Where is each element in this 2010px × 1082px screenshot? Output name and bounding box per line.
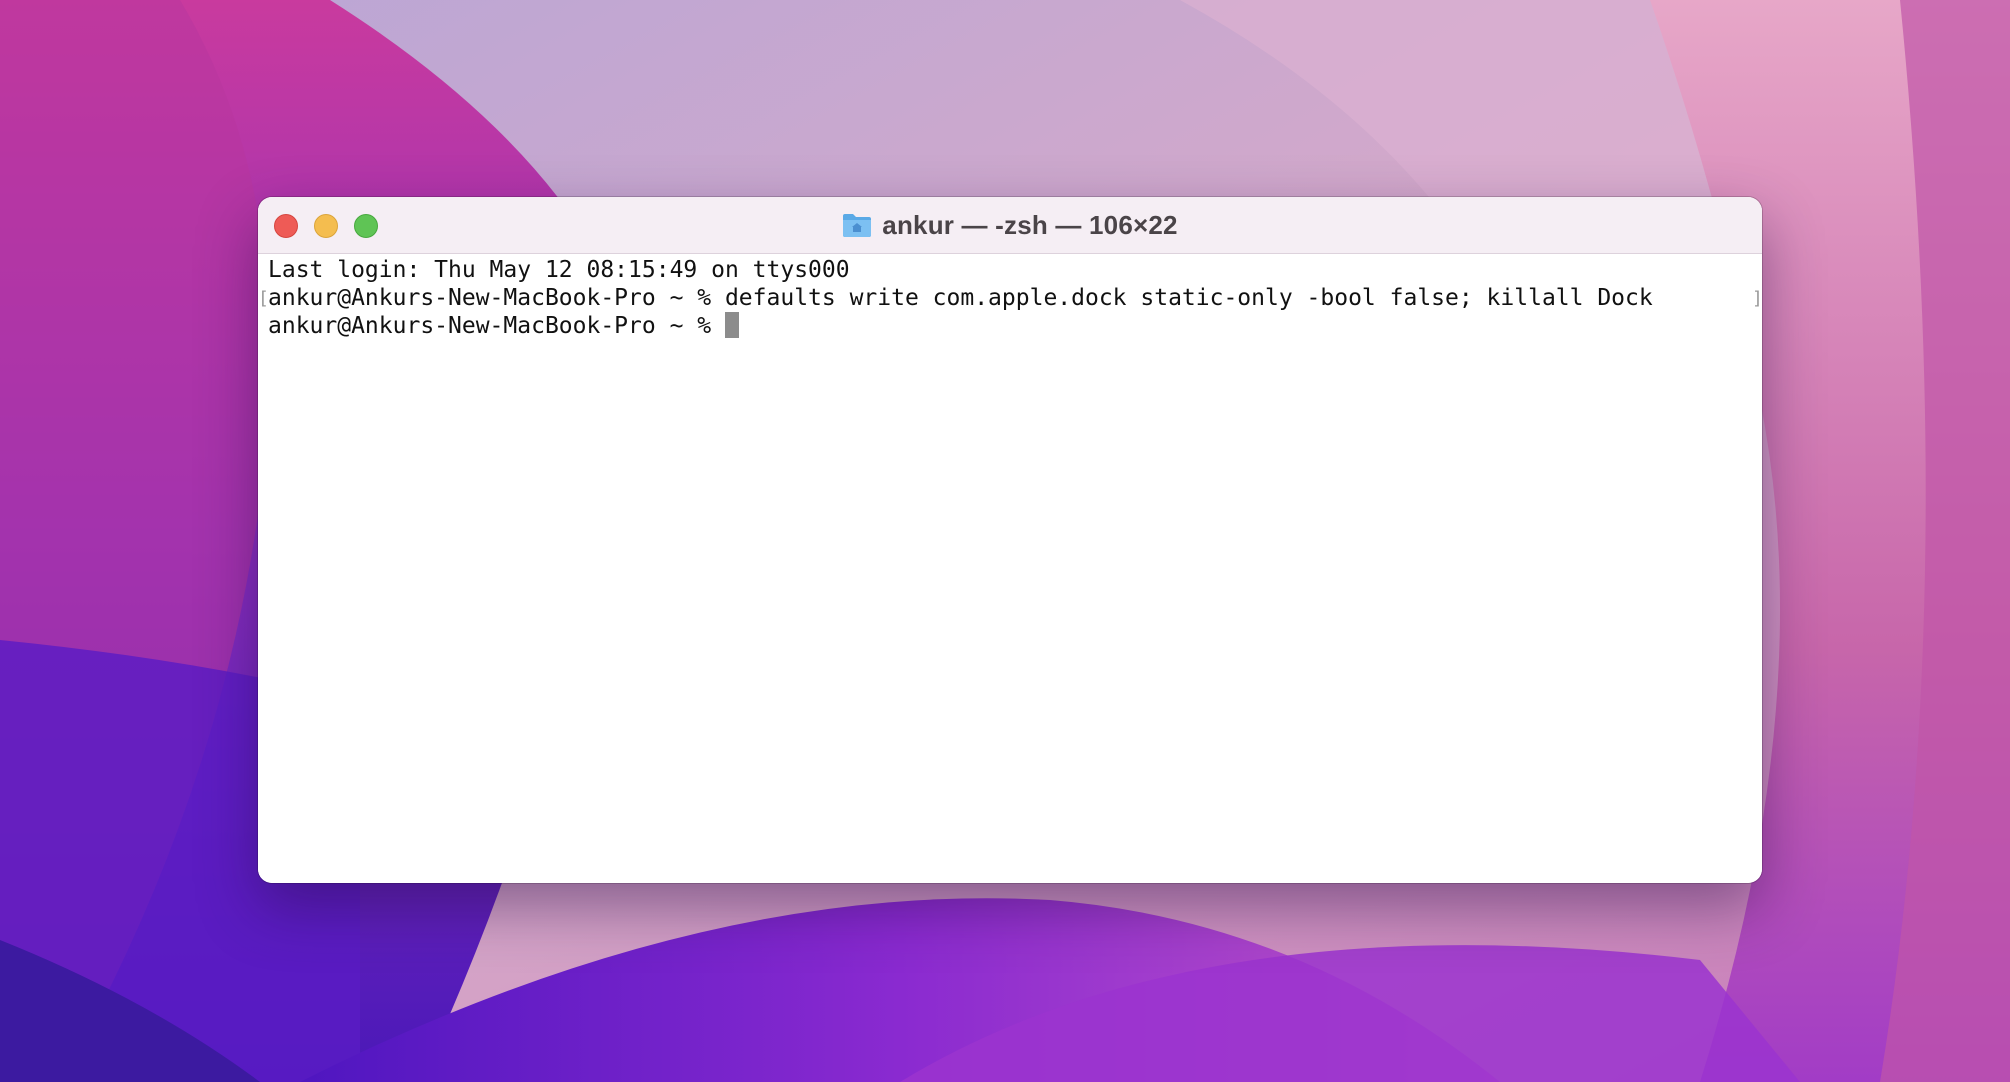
line-mark-right: ] bbox=[1752, 288, 1762, 309]
title-area: ankur — -zsh — 106×22 bbox=[258, 197, 1762, 253]
folder-icon bbox=[843, 214, 872, 237]
prompt-line[interactable]: ankur@Ankurs-New-MacBook-Pro ~ % bbox=[268, 312, 739, 340]
title-bar[interactable]: ankur — -zsh — 106×22 bbox=[258, 197, 1762, 254]
terminal-window: ankur — -zsh — 106×22 [ ] Last login: Th… bbox=[258, 197, 1762, 883]
last-login-line: Last login: Thu May 12 08:15:49 on ttys0… bbox=[268, 257, 850, 283]
prompt-text: ankur@Ankurs-New-MacBook-Pro ~ % bbox=[268, 313, 725, 339]
command-line: ankur@Ankurs-New-MacBook-Pro ~ % default… bbox=[268, 285, 1653, 311]
window-title: ankur — -zsh — 106×22 bbox=[882, 209, 1178, 240]
terminal-content[interactable]: [ ] Last login: Thu May 12 08:15:49 on t… bbox=[258, 254, 1762, 883]
text-cursor bbox=[724, 312, 739, 338]
